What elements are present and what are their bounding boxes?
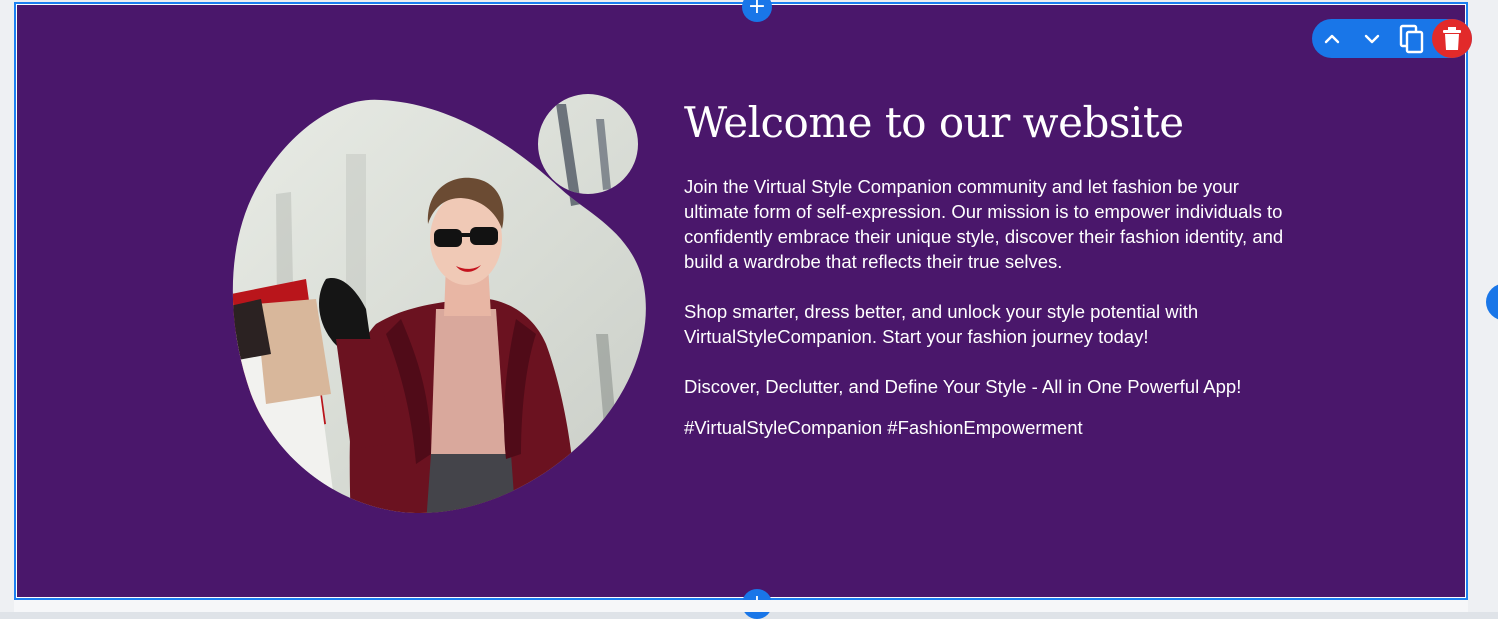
next-section-edge (14, 600, 1468, 612)
hero-heading[interactable]: Welcome to our website (684, 99, 1294, 147)
section-toolbar (1312, 19, 1472, 58)
trash-icon (1443, 26, 1461, 50)
hero-text: Welcome to our website Join the Virtual … (684, 99, 1294, 439)
side-panel-handle[interactable] (1486, 283, 1498, 321)
move-down-button[interactable] (1352, 19, 1392, 58)
chevron-up-icon (1324, 34, 1340, 43)
hero-hashtags[interactable]: #VirtualStyleCompanion #FashionEmpowerme… (684, 415, 1083, 440)
editor-canvas: Welcome to our website Join the Virtual … (0, 0, 1498, 619)
fashion-photo-blob (232, 94, 646, 514)
delete-section-button[interactable] (1432, 19, 1472, 58)
hero-paragraph-intro[interactable]: Join the Virtual Style Companion communi… (684, 174, 1294, 274)
move-up-button[interactable] (1312, 19, 1352, 58)
hero-paragraph-tagline[interactable]: Discover, Declutter, and Define Your Sty… (684, 374, 1241, 399)
add-section-above-button[interactable]: + (742, 0, 772, 22)
duplicate-section-button[interactable] (1392, 19, 1432, 58)
hero-section[interactable]: Welcome to our website Join the Virtual … (14, 0, 1472, 619)
hero-paragraph-shop[interactable]: Shop smarter, dress better, and unlock y… (684, 299, 1294, 349)
chevron-down-icon (1364, 34, 1380, 43)
copy-icon (1399, 24, 1424, 53)
